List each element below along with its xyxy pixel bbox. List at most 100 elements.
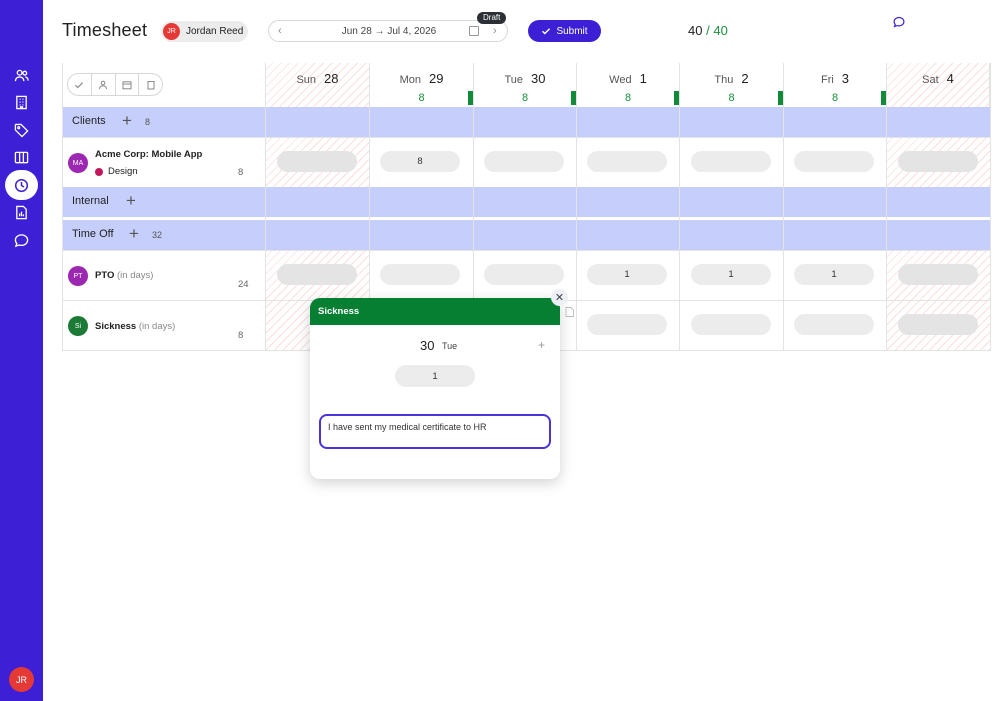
timeoff-unit: (in days) (117, 270, 154, 281)
day-header-tue: Tue 30 8 (473, 63, 576, 107)
submit-label: Submit (556, 25, 588, 37)
row-toolbar (67, 73, 163, 96)
grid-line (576, 63, 577, 351)
calendar-button[interactable] (116, 74, 140, 95)
avatar[interactable]: JR (9, 667, 34, 692)
hour-cell[interactable] (794, 151, 874, 172)
status-badge: Draft (477, 12, 507, 24)
clock-icon[interactable] (0, 170, 43, 200)
person-icon (99, 80, 108, 89)
day-cell[interactable] (794, 314, 874, 335)
day-header-wed: Wed 1 8 (576, 63, 679, 107)
tag-icon[interactable] (0, 117, 43, 143)
day-cell[interactable] (691, 314, 771, 335)
day-name: Tue (504, 74, 524, 86)
page-title: Timesheet (62, 20, 148, 40)
day-number: 4 (946, 71, 954, 86)
day-number: 1 (639, 71, 647, 86)
row-total: 8 (238, 167, 244, 178)
popup-note-input[interactable]: I have sent my medical certificate to HR (319, 414, 551, 449)
hour-cell[interactable] (277, 151, 357, 172)
day-hours: 8 (521, 92, 529, 104)
clipboard-button[interactable] (139, 74, 162, 95)
hours-logged: 40 (688, 23, 703, 38)
popup-weekday: Tue (442, 341, 458, 351)
sidebar: JR (0, 0, 43, 701)
day-header-thu: Thu 2 8 (679, 63, 783, 107)
calendar-icon[interactable] (469, 26, 479, 36)
popup-value-input[interactable]: 1 (395, 365, 475, 387)
users-icon[interactable] (0, 62, 43, 88)
timeoff-name[interactable]: Sickness (95, 321, 136, 332)
task-color-dot (95, 167, 103, 176)
section-timeoff: Time Off + 32 (62, 220, 990, 250)
day-number: 29 (428, 71, 444, 86)
hour-cell[interactable] (484, 151, 564, 172)
day-cell[interactable] (277, 264, 357, 285)
day-header-fri: Fri 3 8 (783, 63, 886, 107)
popup-date: 30 (420, 338, 435, 353)
project-name[interactable]: Acme Corp: Mobile App (95, 149, 202, 160)
day-number: 3 (841, 71, 850, 86)
document-icon[interactable] (565, 304, 574, 322)
day-header-sun: Sun 28 (265, 63, 369, 107)
timeoff-avatar: PT (68, 266, 88, 286)
day-header-sat: Sat 4 (886, 63, 990, 107)
day-cell[interactable] (898, 314, 978, 335)
board-icon[interactable] (0, 144, 43, 170)
day-cell[interactable]: 1 (794, 264, 874, 285)
assign-button[interactable] (92, 74, 116, 95)
day-hours: 8 (418, 92, 425, 104)
day-cell[interactable] (380, 264, 460, 285)
section-label: Internal (72, 195, 109, 207)
day-cell[interactable] (484, 264, 564, 285)
user-name: Jordan Reed (186, 26, 244, 37)
day-cell[interactable] (898, 264, 978, 285)
day-number: 28 (324, 71, 339, 86)
user-selector[interactable]: JR Jordan Reed (161, 21, 248, 42)
section-clients: Clients + 8 (62, 107, 990, 137)
day-hours: 8 (624, 92, 632, 104)
user-avatar: JR (163, 23, 180, 40)
hour-cell[interactable] (691, 151, 771, 172)
report-icon[interactable] (0, 199, 43, 225)
add-timeoff-icon[interactable]: + (129, 224, 139, 244)
section-internal: Internal + (62, 187, 990, 217)
popup-add-icon[interactable]: + (538, 338, 545, 352)
approve-button[interactable] (68, 74, 92, 95)
section-count: 32 (152, 230, 163, 240)
comment-icon[interactable] (893, 15, 905, 33)
date-range-picker[interactable]: ‹ Jun 28 → Jul 4, 2026 › (268, 20, 508, 42)
section-label: Time Off (72, 228, 114, 240)
day-header-mon: Mon 29 8 (369, 63, 473, 107)
check-icon (542, 28, 551, 35)
submit-button[interactable]: Submit (528, 20, 601, 42)
project-avatar: MA (68, 153, 88, 173)
day-name: Sun (296, 74, 317, 86)
day-cell[interactable] (587, 314, 667, 335)
grid-line (62, 63, 63, 351)
hour-cell[interactable]: 8 (380, 151, 460, 172)
popup-title: Sickness (310, 298, 560, 325)
hour-cell[interactable] (587, 151, 667, 172)
chat-icon[interactable] (0, 227, 43, 253)
hour-cell[interactable] (898, 151, 978, 172)
clipboard-icon (147, 80, 155, 89)
day-number: 2 (741, 71, 749, 86)
day-hours: 8 (831, 92, 839, 104)
day-cell[interactable]: 1 (691, 264, 771, 285)
hours-summary: 40 / 40 (688, 23, 728, 38)
timeoff-name[interactable]: PTO (95, 270, 114, 281)
row-total: 24 (238, 279, 249, 290)
day-number: 30 (531, 71, 546, 86)
add-internal-icon[interactable]: + (126, 191, 136, 211)
building-icon[interactable] (0, 89, 43, 115)
grid-line (886, 63, 887, 351)
day-name: Mon (399, 74, 421, 86)
chevron-right-icon[interactable]: › (493, 25, 497, 37)
day-cell[interactable]: 1 (587, 264, 667, 285)
add-client-icon[interactable]: + (122, 111, 132, 131)
hours-separator: / (706, 23, 710, 38)
grid-line (265, 63, 266, 351)
hours-total: 40 (713, 23, 728, 38)
